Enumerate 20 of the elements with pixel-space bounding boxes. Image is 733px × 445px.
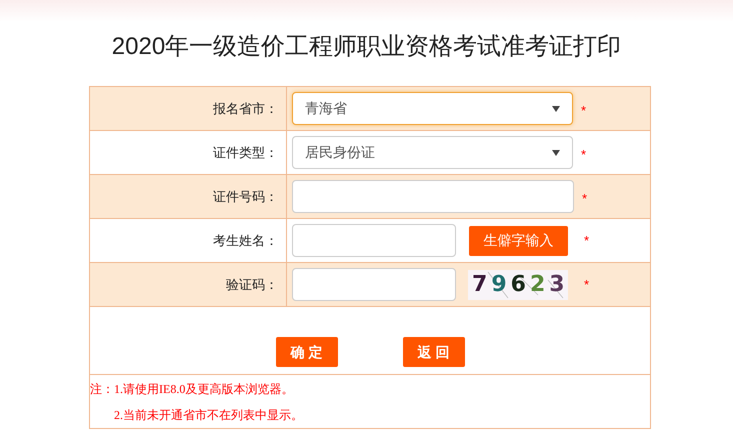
select-field[interactable]: 居民身份证 (292, 136, 573, 169)
field-label: 证件号码： (213, 188, 278, 206)
field-label: 证件类型： (213, 144, 278, 162)
select-field[interactable]: 青海省 (292, 92, 573, 125)
dropdown-arrow-icon (552, 150, 560, 156)
dropdown-arrow-icon (552, 106, 560, 112)
note-text: 2.当前未开通省市不在列表中显示。 (113, 406, 304, 424)
field-label: 验证码： (226, 276, 278, 294)
input-field[interactable] (292, 268, 456, 301)
field-label: 报名省市： (213, 100, 278, 118)
page-title: 2020年一级造价工程师职业资格考试准考证打印 (110, 32, 622, 62)
field-label: 考生姓名： (213, 232, 278, 250)
input-field[interactable] (292, 180, 574, 213)
required-mark: * (584, 232, 590, 248)
required-mark: * (582, 190, 588, 208)
required-mark: * (581, 146, 586, 164)
input-field[interactable] (292, 224, 456, 257)
note-text: 注：1.请使用IE8.0及更高版本浏览器。 (90, 380, 294, 398)
required-mark: * (581, 102, 586, 120)
required-mark: * (584, 276, 590, 292)
